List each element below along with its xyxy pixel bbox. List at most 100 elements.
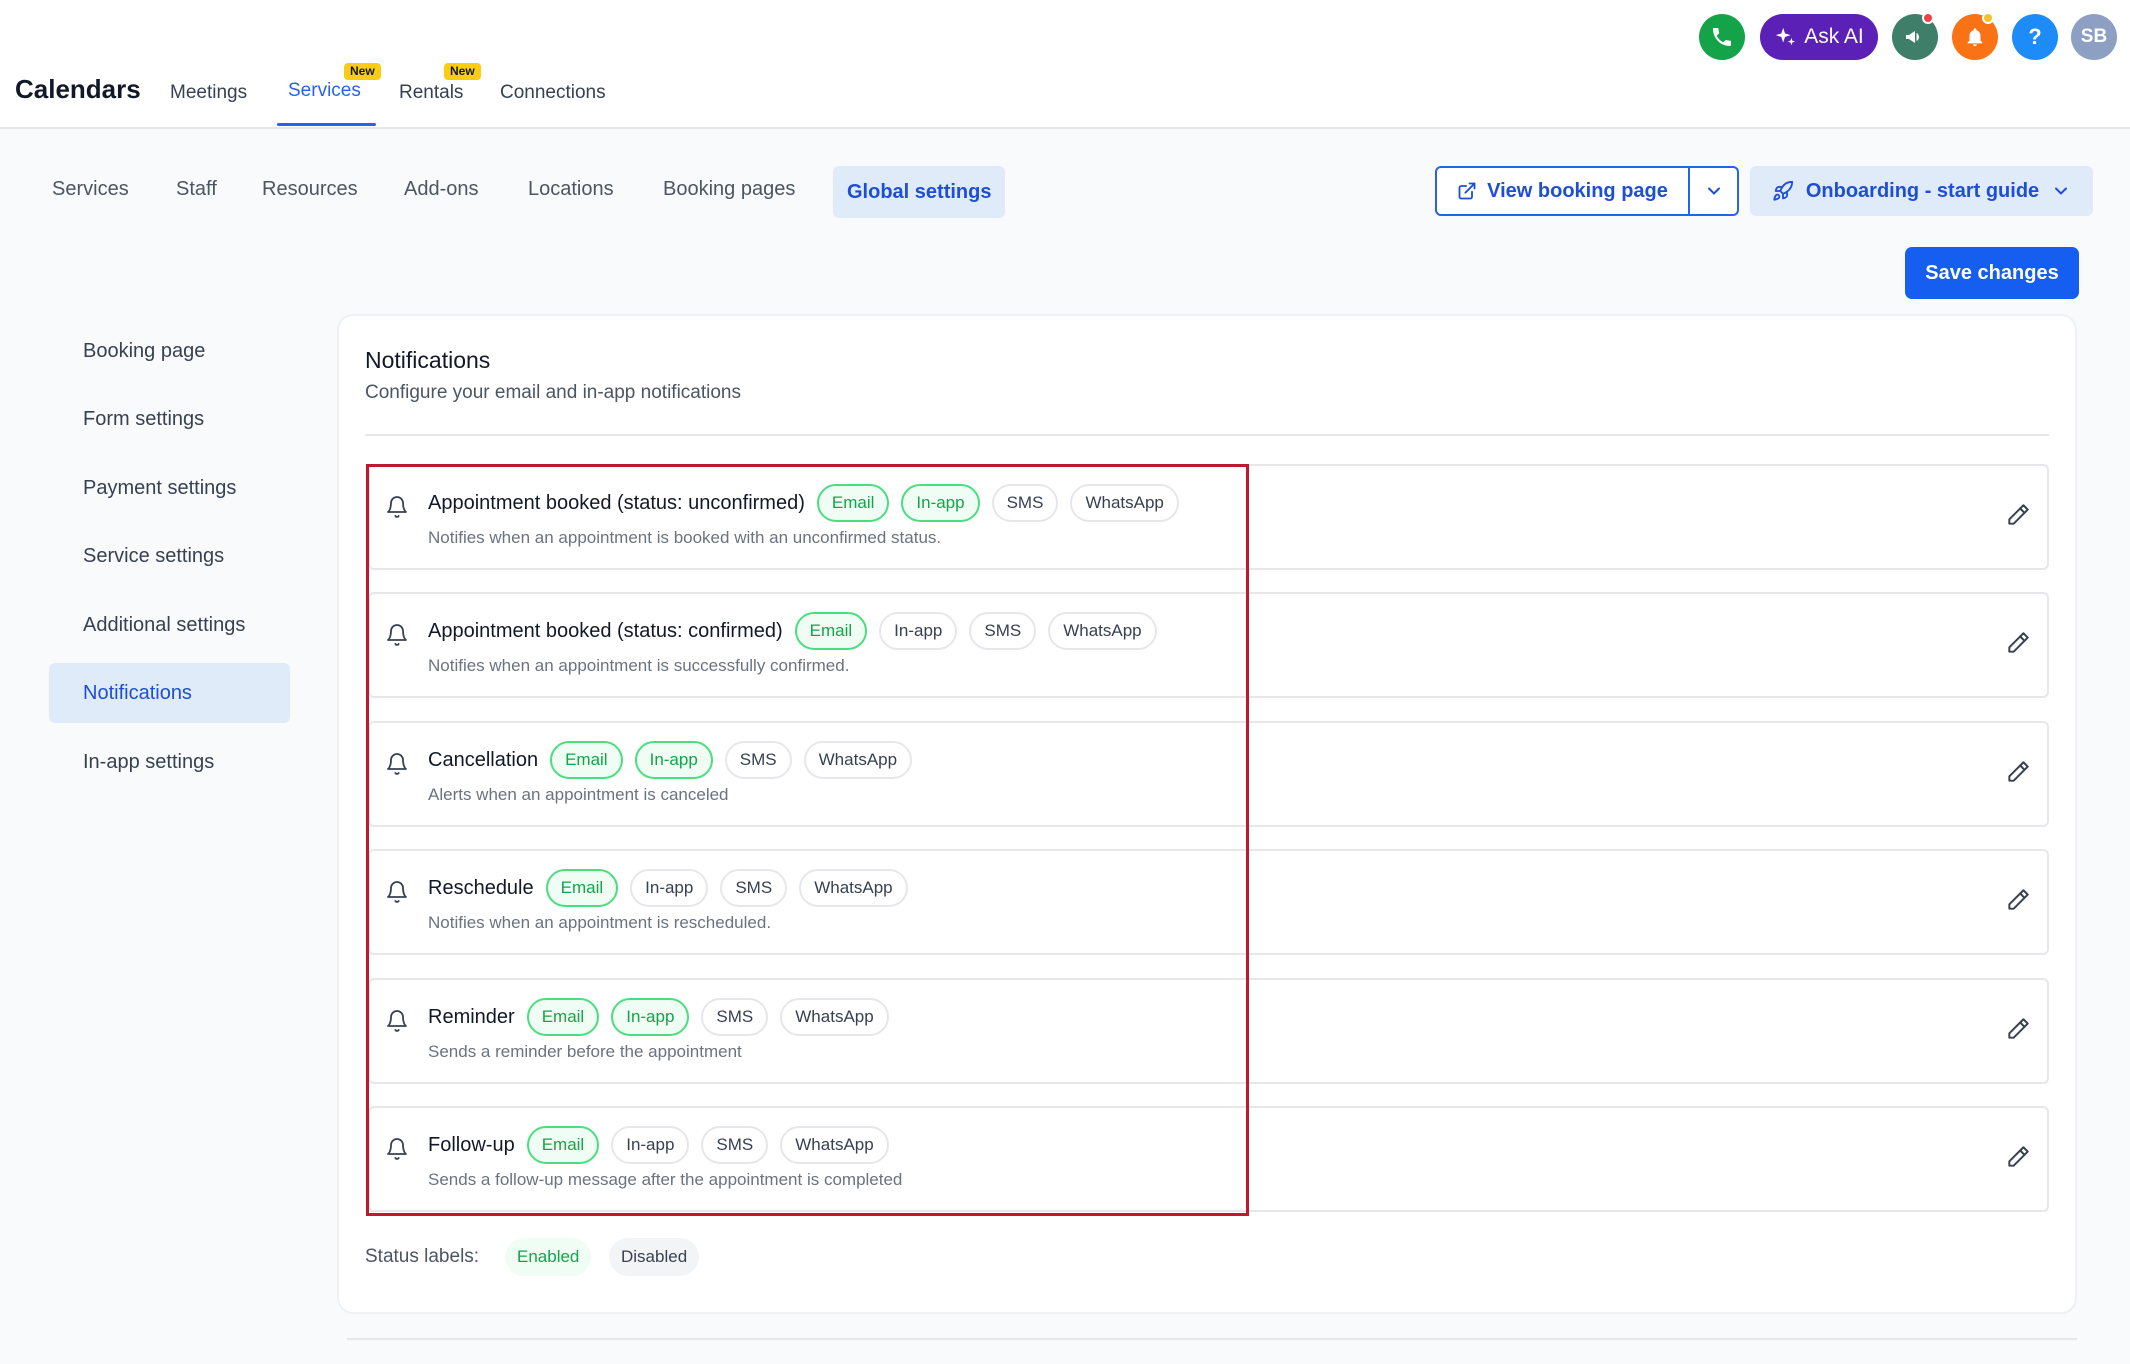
phone-button[interactable] xyxy=(1699,14,1745,60)
notification-row-reschedule[interactable]: Reschedule Email In-app SMS WhatsApp Notifi… xyxy=(368,849,2049,955)
leftnav-in-app-settings[interactable]: In-app settings xyxy=(49,732,290,792)
channel-badge-email: Email xyxy=(526,1126,600,1164)
notification-dot xyxy=(1922,12,1934,24)
channel-badge-whatsapp: WhatsApp xyxy=(1070,484,1179,522)
notification-name: Cancellation xyxy=(428,748,539,771)
tab-meetings[interactable]: Meetings xyxy=(170,82,247,104)
subtab-locations[interactable]: Locations xyxy=(528,178,614,201)
channel-badge-in-app: In-app xyxy=(611,998,690,1036)
bell-icon xyxy=(387,624,407,646)
subtab-resources[interactable]: Resources xyxy=(262,178,358,201)
notification-row-follow-up[interactable]: Follow-up Email In-app SMS WhatsApp Sends a… xyxy=(368,1106,2049,1212)
leftnav-additional-settings[interactable]: Additional settings xyxy=(49,595,290,655)
active-tab-indicator xyxy=(277,123,376,126)
view-booking-page-main[interactable]: View booking page xyxy=(1437,168,1688,214)
megaphone-icon xyxy=(1906,31,1919,43)
channel-badge-email: Email xyxy=(816,484,890,522)
announcements-button[interactable] xyxy=(1892,12,1938,60)
pencil-icon[interactable] xyxy=(2005,502,2031,528)
new-badge: New xyxy=(444,63,481,80)
avatar[interactable]: SB xyxy=(2071,14,2117,60)
notification-row-unconfirmed-booking[interactable]: Appointment booked (status: unconfirmed)… xyxy=(368,464,2049,570)
notification-header: Reminder Email In-app SMS WhatsApp xyxy=(428,997,889,1037)
leftnav-payment-settings[interactable]: Payment settings xyxy=(49,458,290,518)
bell-icon xyxy=(387,1010,407,1032)
subtab-booking-pages[interactable]: Booking pages xyxy=(663,178,795,201)
avatar-initials: SB xyxy=(2080,26,2108,47)
divider xyxy=(347,1338,2077,1340)
pencil-icon[interactable] xyxy=(2005,1016,2031,1042)
phone-icon xyxy=(1713,28,1731,46)
notification-header: Appointment booked (status: unconfirmed)… xyxy=(428,483,1179,523)
leftnav-service-settings[interactable]: Service settings xyxy=(49,526,290,586)
notification-name: Reminder xyxy=(428,1005,515,1028)
notifications-bell-button[interactable] xyxy=(1952,12,1998,60)
channel-badge-email: Email xyxy=(526,998,600,1036)
channel-badge-email: Email xyxy=(794,612,868,650)
tab-services[interactable]: Services xyxy=(288,80,361,102)
top-header: Calendars Meetings New Services New Rent… xyxy=(0,0,2130,129)
notification-header: Follow-up Email In-app SMS WhatsApp xyxy=(428,1125,889,1165)
tab-rentals[interactable]: Rentals xyxy=(399,82,463,104)
save-changes-button[interactable]: Save changes xyxy=(1905,247,2079,299)
notification-description: Sends a follow-up message after the appo… xyxy=(428,1170,903,1189)
pencil-icon[interactable] xyxy=(2005,630,2031,656)
notification-header: Appointment booked (status: confirmed) E… xyxy=(428,611,1157,651)
channel-badge-sms: SMS xyxy=(724,741,792,779)
chevron-down-icon xyxy=(1707,187,1720,195)
subtab-services[interactable]: Services xyxy=(52,178,129,201)
channel-badge-sms: SMS xyxy=(720,869,788,907)
channel-badge-in-app: In-app xyxy=(901,484,980,522)
subtab-global-settings[interactable]: Global settings xyxy=(833,166,1006,218)
tab-connections[interactable]: Connections xyxy=(500,82,606,104)
notification-name: Appointment booked (status: confirmed) xyxy=(428,619,783,642)
channel-badge-in-app: In-app xyxy=(634,741,713,779)
subtab-add-ons[interactable]: Add-ons xyxy=(404,178,479,201)
app-title: Calendars xyxy=(15,74,141,104)
channel-badge-whatsapp: WhatsApp xyxy=(803,741,913,779)
notification-header: Cancellation Email In-app SMS WhatsApp xyxy=(428,740,913,780)
channel-badge-sms: SMS xyxy=(969,612,1037,650)
notification-row-reminder[interactable]: Reminder Email In-app SMS WhatsApp Sends a … xyxy=(368,978,2049,1084)
leftnav-notifications[interactable]: Notifications xyxy=(49,663,290,723)
section-title: Notifications xyxy=(365,347,491,373)
channel-badge-sms: SMS xyxy=(701,998,769,1036)
status-enabled-badge: Enabled xyxy=(505,1238,592,1276)
leftnav-booking-page[interactable]: Booking page xyxy=(49,321,290,381)
view-booking-dropdown[interactable] xyxy=(1688,168,1737,214)
help-button[interactable]: ? xyxy=(2012,14,2058,60)
leftnav-form-settings[interactable]: Form settings xyxy=(49,389,290,449)
channel-badge-whatsapp: WhatsApp xyxy=(1048,612,1157,650)
notification-name: Follow-up xyxy=(428,1133,515,1156)
pencil-icon[interactable] xyxy=(2005,1144,2031,1170)
subtab-staff[interactable]: Staff xyxy=(176,178,217,201)
ask-ai-label: Ask AI xyxy=(1804,25,1864,48)
notification-description: Notifies when an appointment is reschedu… xyxy=(428,913,772,932)
notification-description: Sends a reminder before the appointment xyxy=(428,1042,742,1061)
bell-icon xyxy=(387,1138,407,1160)
pencil-icon[interactable] xyxy=(2005,887,2031,913)
channel-badge-whatsapp: WhatsApp xyxy=(799,869,908,907)
channel-badge-email: Email xyxy=(545,869,619,907)
view-booking-page-button[interactable]: View booking page xyxy=(1435,166,1739,216)
help-icon: ? xyxy=(2028,24,2042,49)
section-subtitle: Configure your email and in-app notifica… xyxy=(365,382,741,403)
channel-badge-in-app: In-app xyxy=(630,869,709,907)
channel-badge-sms: SMS xyxy=(991,484,1059,522)
view-booking-page-label: View booking page xyxy=(1487,179,1668,202)
notification-row-cancellation[interactable]: Cancellation Email In-app SMS WhatsApp Aler… xyxy=(368,721,2049,827)
ask-ai-button[interactable]: Ask AI xyxy=(1760,14,1878,60)
onboarding-guide-button[interactable]: Onboarding - start guide xyxy=(1750,166,2093,216)
notification-name: Appointment booked (status: unconfirmed) xyxy=(428,491,805,514)
channel-badge-email: Email xyxy=(550,741,623,779)
rocket-icon xyxy=(1773,180,1793,201)
notification-name: Reschedule xyxy=(428,876,534,899)
chevron-down-icon xyxy=(2055,187,2068,195)
bell-icon xyxy=(387,496,407,518)
external-link-icon xyxy=(1458,182,1476,200)
pencil-icon[interactable] xyxy=(2005,759,2031,785)
notification-row-confirmed-booking[interactable]: Appointment booked (status: confirmed) E… xyxy=(368,592,2049,698)
divider xyxy=(365,434,2049,436)
channel-badge-sms: SMS xyxy=(701,1126,769,1164)
onboarding-label: Onboarding - start guide xyxy=(1805,179,2040,202)
